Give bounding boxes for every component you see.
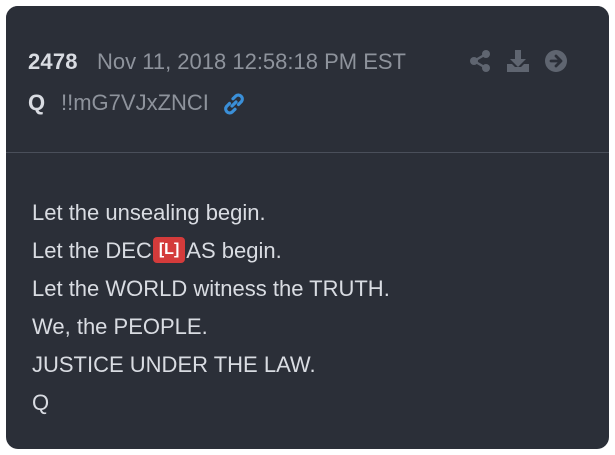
link-icon[interactable]: [220, 91, 248, 117]
arrow-right-icon[interactable]: [543, 48, 569, 74]
download-icon[interactable]: [505, 48, 531, 74]
post-header: 2478 Nov 11, 2018 12:58:18 PM EST Q !!mG…: [6, 6, 609, 153]
post-line: JUSTICE UNDER THE LAW.: [32, 352, 316, 377]
post-signature: Q: [32, 390, 50, 415]
post-author: Q: [28, 90, 46, 115]
post-number[interactable]: 2478: [28, 49, 78, 75]
post-line: Let the WORLD witness the TRUTH.: [32, 276, 390, 301]
post-line: Let the DEC [L] AS begin.: [32, 232, 592, 270]
post-line-text: AS begin.: [186, 238, 282, 263]
post-line-text: Let the DEC: [32, 238, 152, 263]
post-line: Let the unsealing begin.: [32, 200, 266, 225]
post-actions: [467, 48, 569, 74]
post-timestamp: Nov 11, 2018 12:58:18 PM EST: [97, 49, 406, 74]
post-card: 2478 Nov 11, 2018 12:58:18 PM EST Q !!mG…: [6, 6, 609, 449]
post-body: Let the unsealing begin. Let the DEC [L] A…: [32, 194, 592, 422]
post-tripcode: !!mG7VJxZNCI: [61, 90, 209, 115]
post-line: We, the PEOPLE.: [32, 314, 208, 339]
redaction-badge[interactable]: [L]: [152, 237, 186, 264]
share-icon[interactable]: [467, 48, 493, 74]
